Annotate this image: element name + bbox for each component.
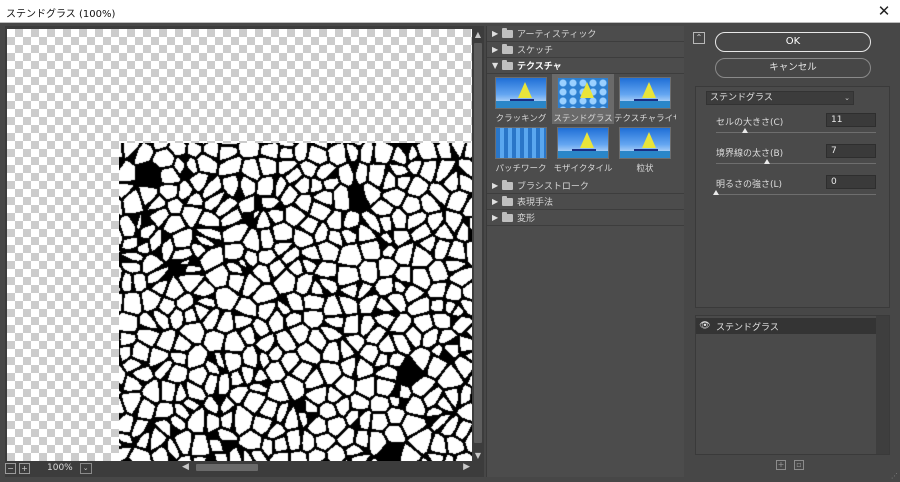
scroll-left-icon[interactable]: ◀ xyxy=(182,462,189,472)
filter-label: 粒状 xyxy=(636,164,654,174)
category-label: ブラシストローク xyxy=(517,182,589,192)
filter-settings-panel: ステンドグラス ⌄ セルの大きさ(C) 11 境界線の太さ(B) 7 明るさの強… xyxy=(695,86,890,308)
horizontal-scrollbar[interactable]: ◀ ▶ xyxy=(180,462,472,473)
category-sketch[interactable]: ▶ スケッチ xyxy=(487,42,684,58)
slider-knob[interactable] xyxy=(713,190,719,195)
expand-arrow-icon[interactable]: ▶ xyxy=(492,45,502,54)
ok-button[interactable]: OK xyxy=(715,32,871,52)
folder-icon xyxy=(502,211,513,222)
filter-thumbnail xyxy=(619,127,671,159)
filter-label: ステンドグラス xyxy=(553,114,613,124)
stained-glass-cells xyxy=(119,143,472,461)
effect-layer-row[interactable]: 👁 ステンドグラス xyxy=(696,318,877,334)
layer-buttons: + ▫ xyxy=(776,460,804,470)
folder-icon xyxy=(502,179,513,190)
scroll-up-icon[interactable]: ▲ xyxy=(472,30,484,39)
title-bar: ステンドグラス (100%) ✕ xyxy=(0,0,900,23)
expand-arrow-icon[interactable]: ▶ xyxy=(492,181,502,190)
cancel-button[interactable]: キャンセル xyxy=(715,58,871,78)
trash-icon[interactable]: ▫ xyxy=(794,460,804,470)
preview-panel: ▲ ▼ ◀ ▶ xyxy=(5,26,484,477)
scroll-right-icon[interactable]: ▶ xyxy=(463,462,470,472)
border-thickness-slider[interactable] xyxy=(716,163,876,164)
border-thickness-input[interactable]: 7 xyxy=(826,144,876,158)
zoom-controls: − + 100% ⌄ xyxy=(5,461,92,475)
zoom-out-button[interactable]: − xyxy=(5,462,16,474)
scroll-down-icon[interactable]: ▼ xyxy=(472,451,484,460)
effect-layers-panel: 👁 ステンドグラス xyxy=(695,315,890,455)
zoom-in-button[interactable]: + xyxy=(19,462,30,474)
zoom-level: 100% xyxy=(47,463,73,473)
filter-stained-glass[interactable]: ステンドグラス xyxy=(552,74,614,124)
texture-filter-thumbnails: クラッキング ステンドグラス テクスチャライザー パッチワーク モザイクタイル … xyxy=(487,74,684,178)
zoom-dropdown-icon[interactable]: ⌄ xyxy=(79,462,92,474)
filter-label: テクスチャライザー xyxy=(614,114,676,124)
cell-size-input[interactable]: 11 xyxy=(826,113,876,127)
filter-select-value: ステンドグラス xyxy=(710,93,773,103)
filter-thumbnail xyxy=(619,77,671,109)
effect-layer-name: ステンドグラス xyxy=(716,322,779,333)
category-label: スケッチ xyxy=(517,46,554,56)
folder-icon xyxy=(502,195,513,206)
folder-icon xyxy=(502,27,513,38)
vertical-scroll-thumb[interactable] xyxy=(474,43,482,443)
resize-grip-icon[interactable]: ⋰ xyxy=(891,472,898,480)
expand-arrow-icon[interactable]: ▶ xyxy=(492,213,502,222)
filter-label: モザイクタイル xyxy=(553,164,613,174)
filter-mosaic-tiles[interactable]: モザイクタイル xyxy=(552,124,614,174)
filter-label: クラッキング xyxy=(495,114,547,124)
eye-icon[interactable]: 👁 xyxy=(698,321,712,331)
param-label: 明るさの強さ(L) xyxy=(716,180,783,190)
filter-select[interactable]: ステンドグラス ⌄ xyxy=(706,91,854,105)
filter-grain[interactable]: 粒状 xyxy=(614,124,676,174)
new-effect-layer-icon[interactable]: + xyxy=(776,460,786,470)
vertical-scrollbar[interactable]: ▲ ▼ xyxy=(472,29,484,461)
filter-patchwork[interactable]: パッチワーク xyxy=(490,124,552,174)
expand-arrow-icon[interactable]: ▶ xyxy=(492,197,502,206)
filter-thumbnail xyxy=(557,77,609,109)
param-label: セルの大きさ(C) xyxy=(716,118,784,128)
filter-label: パッチワーク xyxy=(495,164,547,174)
cell-size-slider[interactable] xyxy=(716,132,876,133)
light-intensity-slider[interactable] xyxy=(716,194,876,195)
slider-knob[interactable] xyxy=(764,159,771,164)
window-title: ステンドグラス (100%) xyxy=(6,9,116,20)
chevron-down-icon: ⌄ xyxy=(844,94,850,102)
layers-scrollbar[interactable] xyxy=(876,316,889,454)
category-label: アーティスティック xyxy=(517,30,597,40)
category-label: 表現手法 xyxy=(517,198,554,208)
category-label: 変形 xyxy=(517,214,536,224)
filter-gallery: ▶ アーティスティック ▶ スケッチ ▼ テクスチャ クラッキング ステンドグラ… xyxy=(486,26,684,477)
folder-icon xyxy=(502,43,513,54)
preview-viewport[interactable] xyxy=(7,29,472,461)
collapse-arrow-icon[interactable]: ▼ xyxy=(492,61,502,70)
folder-open-icon xyxy=(502,59,513,70)
stained-glass-pattern xyxy=(119,143,472,461)
stained-glass-preview xyxy=(119,143,472,461)
collapse-gallery-button[interactable]: ⌃ xyxy=(693,32,705,44)
filter-thumbnail xyxy=(557,127,609,159)
horizontal-scroll-thumb[interactable] xyxy=(196,464,258,471)
filter-thumbnail xyxy=(495,77,547,109)
category-texture[interactable]: ▼ テクスチャ xyxy=(487,58,684,74)
category-label: テクスチャ xyxy=(517,62,562,72)
category-stylize[interactable]: ▶ 表現手法 xyxy=(487,194,684,210)
category-brush-strokes[interactable]: ▶ ブラシストローク xyxy=(487,178,684,194)
category-artistic[interactable]: ▶ アーティスティック xyxy=(487,26,684,42)
filter-thumbnail xyxy=(495,127,547,159)
expand-arrow-icon[interactable]: ▶ xyxy=(492,29,502,38)
filter-texturizer[interactable]: テクスチャライザー xyxy=(614,74,676,124)
filter-craquelure[interactable]: クラッキング xyxy=(490,74,552,124)
slider-knob[interactable] xyxy=(741,128,748,133)
light-intensity-input[interactable]: 0 xyxy=(826,175,876,189)
param-label: 境界線の太さ(B) xyxy=(716,149,784,159)
close-icon[interactable]: ✕ xyxy=(876,2,892,20)
category-distort[interactable]: ▶ 変形 xyxy=(487,210,684,226)
